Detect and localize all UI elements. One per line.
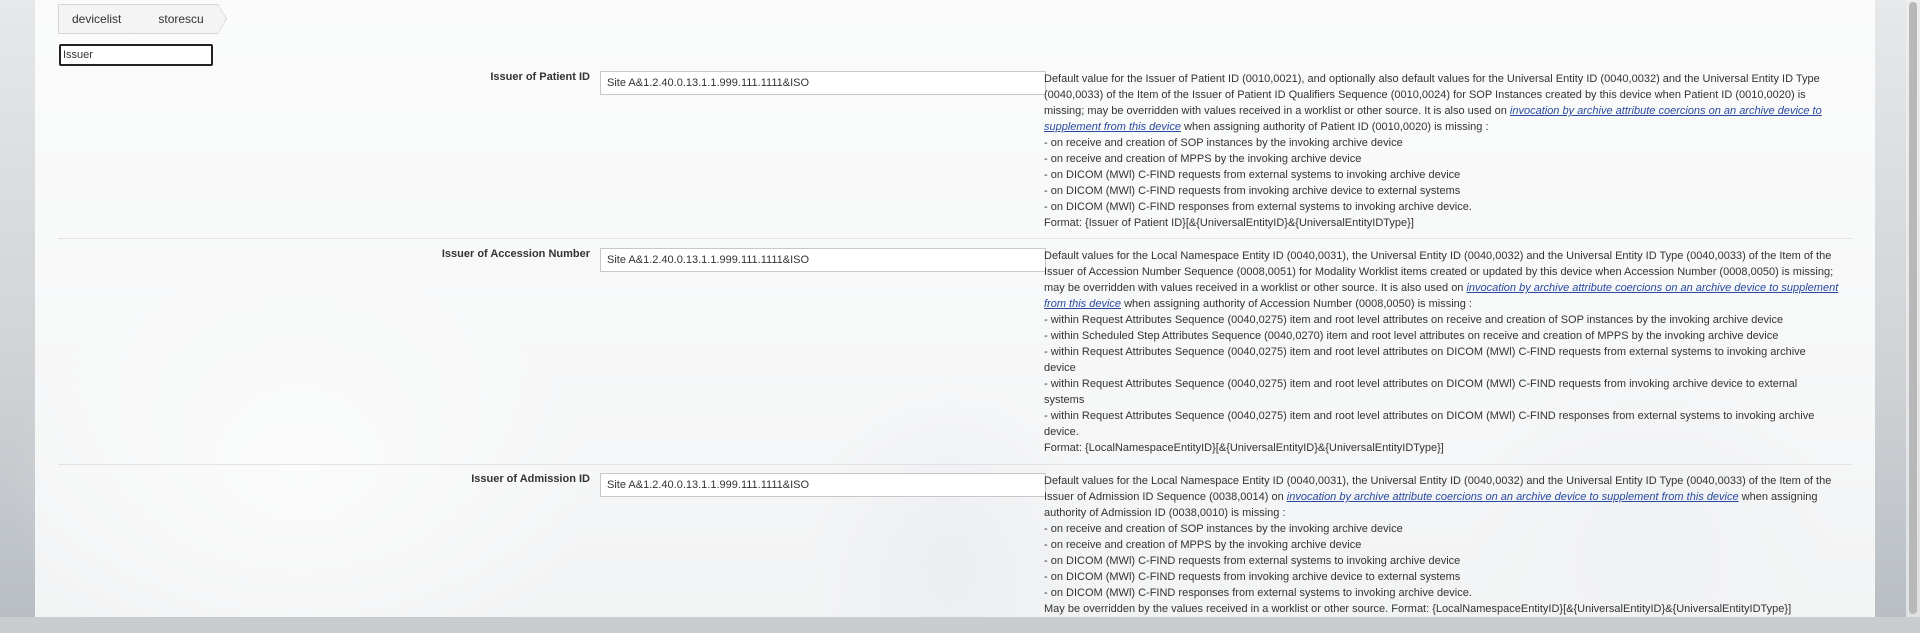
description-line: - on DICOM (MWl) C-FIND responses from e… xyxy=(1044,201,1472,213)
description-paragraph: Default values for the Local Namespace E… xyxy=(1044,473,1840,521)
description-line: - on receive and creation of SOP instanc… xyxy=(1044,523,1403,535)
description-paragraph: Default values for the Local Namespace E… xyxy=(1044,248,1840,312)
description-line: - on receive and creation of MPPS by the… xyxy=(1044,153,1362,165)
setting-row-issuer-of-patient-id: Issuer of Patient ID Default value for t… xyxy=(58,71,1852,239)
scrollbar-thumb[interactable] xyxy=(1909,2,1917,614)
setting-row-issuer-of-accession-number: Issuer of Accession Number Default value… xyxy=(58,248,1852,465)
description-line: - on receive and creation of SOP instanc… xyxy=(1044,137,1403,149)
description-line: - on DICOM (MWl) C-FIND responses from e… xyxy=(1044,587,1472,599)
setting-label: Issuer of Patient ID xyxy=(490,71,590,83)
issuer-of-admission-id-input[interactable] xyxy=(600,473,1046,497)
description-line: - on DICOM (MWl) C-FIND requests from ex… xyxy=(1044,555,1461,567)
description-line: May be overridden by the values received… xyxy=(1044,603,1792,615)
setting-label: Issuer of Admission ID xyxy=(471,473,590,485)
filter-input[interactable] xyxy=(59,44,213,66)
vertical-scrollbar[interactable] xyxy=(1906,0,1920,617)
description-line: Format: {LocalNamespaceEntityID}[&{Unive… xyxy=(1044,442,1444,454)
setting-row-issuer-of-admission-id: Issuer of Admission ID Default values fo… xyxy=(58,473,1852,633)
breadcrumb: devicelist storescu xyxy=(58,4,228,34)
issuer-of-accession-number-input[interactable] xyxy=(600,248,1046,272)
description-line: - on DICOM (MWl) C-FIND requests from in… xyxy=(1044,571,1461,583)
setting-description: Default values for the Local Namespace E… xyxy=(1044,473,1840,617)
setting-label: Issuer of Accession Number xyxy=(441,248,590,260)
description-line: - on DICOM (MWl) C-FIND requests from ex… xyxy=(1044,169,1461,181)
supplement-link[interactable]: invocation by archive attribute coercion… xyxy=(1287,491,1739,503)
description-line: - on DICOM (MWl) C-FIND requests from in… xyxy=(1044,185,1461,197)
description-line: - within Request Attributes Sequence (00… xyxy=(1044,346,1806,374)
description-line: - within Request Attributes Sequence (00… xyxy=(1044,314,1784,326)
setting-description: Default value for the Issuer of Patient … xyxy=(1044,71,1840,231)
description-line: - within Request Attributes Sequence (00… xyxy=(1044,410,1815,438)
issuer-of-patient-id-input[interactable] xyxy=(600,71,1046,95)
breadcrumb-item-storescu[interactable]: storescu xyxy=(135,4,228,34)
description-line: - within Request Attributes Sequence (00… xyxy=(1044,378,1798,406)
description-text: when assigning authority of Accession Nu… xyxy=(1121,298,1472,310)
description-line: - on receive and creation of MPPS by the… xyxy=(1044,539,1362,551)
breadcrumb-item-devicelist[interactable]: devicelist xyxy=(58,4,145,34)
setting-description: Default values for the Local Namespace E… xyxy=(1044,248,1840,456)
description-line: - within Scheduled Step Attributes Seque… xyxy=(1044,330,1779,342)
description-line: Format: {Issuer of Patient ID}[&{Univers… xyxy=(1044,217,1414,229)
description-paragraph: Default value for the Issuer of Patient … xyxy=(1044,71,1840,135)
description-text: when assigning authority of Patient ID (… xyxy=(1180,121,1489,133)
